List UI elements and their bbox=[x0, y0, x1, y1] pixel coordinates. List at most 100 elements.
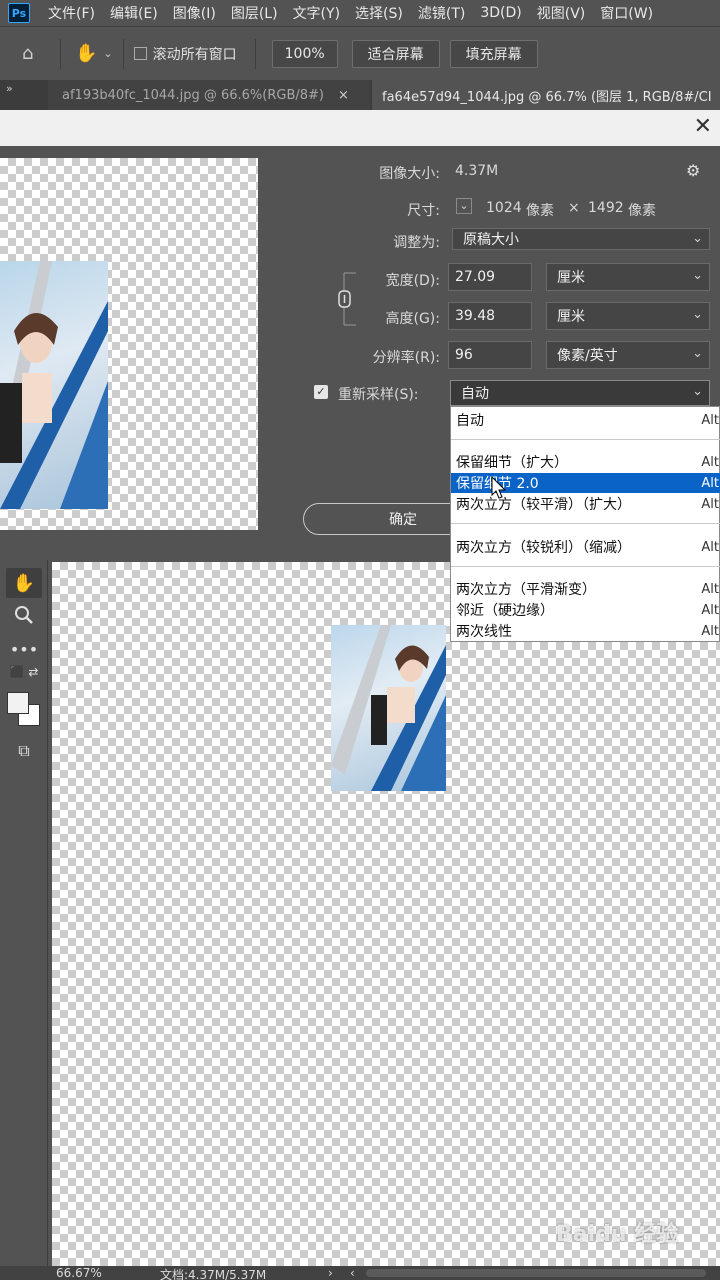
height-unit-value: 厘米 bbox=[557, 309, 585, 325]
tab-label: fa64e57d94_1044.jpg @ 66.7% (图层 1, RGB/8… bbox=[382, 89, 712, 105]
resample-option-auto[interactable]: 自动 Alt bbox=[451, 410, 720, 430]
menu-file[interactable]: 文件(F) bbox=[48, 3, 95, 23]
swap-colors-icon[interactable]: ⬛ ⇄ bbox=[6, 662, 42, 682]
image-preview[interactable] bbox=[0, 158, 258, 530]
fit-to-label: 调整为: bbox=[393, 235, 440, 251]
height-label: 高度(G): bbox=[385, 311, 441, 327]
dialog-title-bar: ✕ bbox=[0, 110, 720, 146]
menu-select[interactable]: 选择(S) bbox=[355, 3, 403, 23]
dropdown-divider bbox=[451, 523, 720, 524]
tab-label: af193b40fc_1044.jpg @ 66.6%(RGB/8#) bbox=[62, 87, 324, 103]
menu-3d[interactable]: 3D(D) bbox=[480, 5, 521, 21]
dropdown-divider bbox=[451, 439, 720, 440]
resample-label: 重新采样(S): bbox=[338, 387, 419, 403]
chevron-down-icon: ⌄ bbox=[692, 268, 703, 283]
resample-option-bicubic-sharper[interactable]: 两次立方（较锐利）（缩减） Alt bbox=[451, 537, 720, 557]
menu-view[interactable]: 视图(V) bbox=[537, 3, 586, 23]
fill-screen-button[interactable]: 填充屏幕 bbox=[449, 39, 538, 68]
resolution-unit-value: 像素/英寸 bbox=[557, 348, 618, 364]
dropdown-divider bbox=[451, 566, 720, 567]
resample-checkbox[interactable]: ✓ bbox=[314, 385, 328, 399]
option-label: 两次立方（平滑渐变） bbox=[456, 582, 596, 598]
chevron-down-icon[interactable]: ⌄ bbox=[456, 198, 472, 214]
resample-option-bilinear[interactable]: 两次线性 Alt bbox=[451, 621, 720, 641]
resample-value: 自动 bbox=[461, 386, 489, 402]
menu-image[interactable]: 图像(I) bbox=[173, 3, 216, 23]
options-divider bbox=[122, 38, 124, 69]
preview-photo bbox=[0, 261, 108, 509]
horizontal-scrollbar[interactable] bbox=[366, 1269, 706, 1277]
resolution-label: 分辨率(R): bbox=[372, 350, 440, 366]
option-label: 两次立方（较平滑）（扩大） bbox=[456, 497, 631, 513]
option-label: 自动 bbox=[456, 413, 484, 429]
option-shortcut: Alt bbox=[701, 602, 719, 618]
option-shortcut: Alt bbox=[701, 496, 719, 512]
chevron-down-icon: ⌄ bbox=[692, 231, 703, 246]
tools-panel: ✋ ••• ⬛ ⇄ ⧉ bbox=[0, 560, 48, 1266]
options-divider bbox=[254, 38, 256, 69]
option-label: 两次线性 bbox=[456, 624, 512, 640]
resolution-field[interactable]: 96 bbox=[448, 341, 532, 369]
hand-tool-icon[interactable]: ✋ bbox=[75, 43, 97, 64]
fit-to-value: 原稿大小 bbox=[463, 232, 519, 248]
width-label: 宽度(D): bbox=[385, 273, 440, 289]
height-field[interactable]: 39.48 bbox=[448, 302, 532, 330]
width-unit-select[interactable]: 厘米 ⌄ bbox=[546, 263, 710, 291]
resample-option-nearest-neighbor[interactable]: 邻近（硬边缘） Alt bbox=[451, 600, 720, 620]
menu-filter[interactable]: 滤镜(T) bbox=[418, 3, 465, 23]
option-label: 保留细节（扩大） bbox=[456, 455, 568, 471]
option-label: 两次立方（较锐利）（缩减） bbox=[456, 540, 631, 556]
foreground-color-swatch[interactable] bbox=[7, 692, 29, 714]
option-shortcut: Alt bbox=[701, 454, 719, 470]
panel-collapse-icon[interactable]: » bbox=[6, 82, 13, 95]
fit-to-select[interactable]: 原稿大小 ⌄ bbox=[452, 228, 710, 250]
watermark: Baidu 经验 bbox=[556, 1222, 679, 1247]
fit-screen-button[interactable]: 适合屏幕 bbox=[351, 39, 440, 68]
resample-option-bicubic-smooth-gradients[interactable]: 两次立方（平滑渐变） Alt bbox=[451, 579, 720, 599]
menu-type[interactable]: 文字(Y) bbox=[293, 3, 340, 23]
option-shortcut: Alt bbox=[701, 475, 719, 491]
chevron-down-icon: ⌄ bbox=[692, 346, 703, 361]
options-bar: ⌂ ✋ ⌄ 滚动所有窗口 100% 适合屏幕 填充屏幕 bbox=[0, 26, 720, 80]
mouse-cursor-icon bbox=[491, 476, 507, 499]
hand-tool-icon[interactable]: ✋ bbox=[6, 568, 42, 598]
canvas-photo bbox=[331, 625, 446, 791]
zoom-100-button[interactable]: 100% bbox=[271, 39, 338, 68]
status-bar: 66.67% 文档:4.37M/5.37M › ‹ bbox=[0, 1266, 720, 1280]
scroll-all-checkbox[interactable] bbox=[133, 47, 147, 60]
zoom-tool-icon[interactable] bbox=[6, 600, 42, 630]
menu-edit[interactable]: 编辑(E) bbox=[110, 3, 158, 23]
zoom-level[interactable]: 66.67% bbox=[56, 1266, 102, 1280]
dimensions-width: 1024 bbox=[486, 200, 522, 216]
close-icon[interactable]: × bbox=[338, 88, 349, 103]
resolution-unit-select[interactable]: 像素/英寸 ⌄ bbox=[546, 341, 710, 369]
chevron-down-icon: ⌄ bbox=[692, 307, 703, 322]
tab-document-2[interactable]: fa64e57d94_1044.jpg @ 66.7% (图层 1, RGB/8… bbox=[372, 80, 720, 110]
resample-option-preserve-details[interactable]: 保留细节（扩大） Alt bbox=[451, 452, 720, 472]
photoshop-logo: Ps bbox=[8, 3, 30, 23]
screen-mode-icon[interactable]: ⧉ bbox=[6, 736, 42, 766]
tab-document-1[interactable]: af193b40fc_1044.jpg @ 66.6%(RGB/8#) × bbox=[48, 80, 370, 110]
more-tools-icon[interactable]: ••• bbox=[6, 634, 42, 664]
resample-select[interactable]: 自动 ⌄ bbox=[450, 380, 710, 406]
height-unit-select[interactable]: 厘米 ⌄ bbox=[546, 302, 710, 330]
constrain-link-icon[interactable] bbox=[336, 271, 362, 327]
menu-layer[interactable]: 图层(L) bbox=[231, 3, 278, 23]
option-label: 邻近（硬边缘） bbox=[456, 603, 554, 619]
image-size-value: 4.37M bbox=[455, 163, 499, 179]
home-icon[interactable]: ⌂ bbox=[22, 43, 46, 64]
width-unit-value: 厘米 bbox=[557, 270, 585, 286]
width-field[interactable]: 27.09 bbox=[448, 263, 532, 291]
dimensions-unit: 像素 bbox=[628, 203, 656, 219]
document-size: 文档:4.37M/5.37M bbox=[160, 1268, 267, 1280]
menu-bar: Ps 文件(F) 编辑(E) 图像(I) 图层(L) 文字(Y) 选择(S) 滤… bbox=[0, 0, 720, 26]
close-icon[interactable]: ✕ bbox=[694, 114, 712, 139]
menu-window[interactable]: 窗口(W) bbox=[600, 3, 653, 23]
option-shortcut: Alt bbox=[701, 581, 719, 597]
scroll-left-icon[interactable]: ‹ bbox=[350, 1266, 355, 1280]
gear-icon[interactable]: ⚙ bbox=[686, 161, 700, 180]
chevron-down-icon[interactable]: ⌄ bbox=[103, 47, 112, 60]
option-shortcut: Alt bbox=[701, 623, 719, 639]
chevron-right-icon[interactable]: › bbox=[328, 1266, 333, 1280]
chevron-down-icon: ⌄ bbox=[692, 384, 703, 399]
